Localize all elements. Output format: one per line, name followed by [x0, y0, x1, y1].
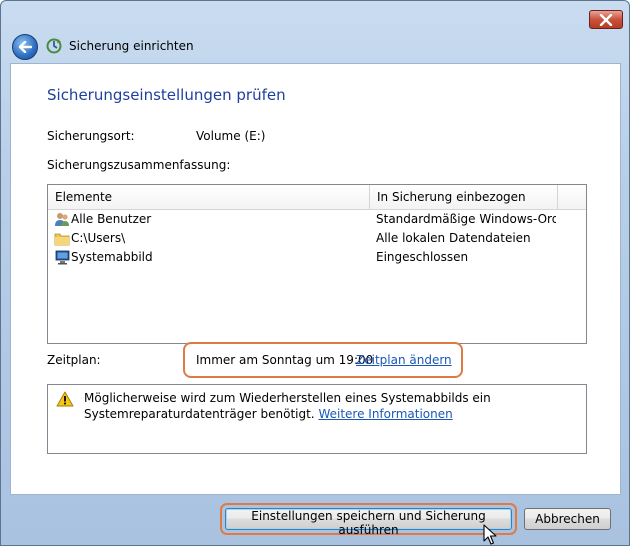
row-item: Alle Benutzer	[71, 212, 152, 226]
computer-icon	[55, 250, 70, 265]
warning-box: Möglicherweise wird zum Wiederherstellen…	[47, 384, 587, 454]
column-header-items[interactable]: Elemente	[48, 185, 370, 209]
warning-text: Möglicherweise wird zum Wiederherstellen…	[84, 390, 584, 422]
row-included: Alle lokalen Datendateien	[376, 231, 531, 245]
location-value: Volume (E:)	[196, 129, 266, 143]
table-row[interactable]: C:\Users\ Alle lokalen Datendateien	[48, 229, 586, 248]
table-row[interactable]: Alle Benutzer Standardmäßige Windows-Ord…	[48, 210, 586, 229]
window-title: Sicherung einrichten	[69, 39, 194, 53]
warning-line2: Systemreparaturdatenträger benötigt.	[84, 407, 315, 421]
folder-icon	[54, 233, 70, 246]
table-header: Elemente In Sicherung einbezogen	[48, 185, 586, 210]
close-icon	[599, 13, 613, 26]
users-icon	[55, 213, 69, 226]
more-info-link[interactable]: Weitere Informationen	[318, 407, 452, 421]
backup-icon	[46, 38, 62, 54]
table-row[interactable]: Systemabbild Eingeschlossen	[48, 248, 586, 267]
backup-wizard-window: Sicherung einrichten Sicherungseinstellu…	[0, 0, 630, 546]
summary-table[interactable]: Elemente In Sicherung einbezogen Alle Be…	[47, 184, 587, 344]
row-item: C:\Users\	[71, 231, 126, 245]
summary-label: Sicherungszusammenfassung:	[47, 158, 231, 172]
close-button[interactable]	[589, 10, 623, 29]
back-button[interactable]	[12, 34, 38, 60]
cancel-button[interactable]: Abbrechen	[524, 508, 611, 530]
save-and-run-button[interactable]: Einstellungen speichern und Sicherung au…	[225, 508, 512, 537]
warning-icon	[56, 391, 74, 407]
change-schedule-link[interactable]: Zeitplan ändern	[356, 353, 452, 367]
wizard-content: Sicherungseinstellungen prüfen Sicherung…	[10, 63, 621, 495]
warning-line1: Möglicherweise wird zum Wiederherstellen…	[84, 391, 491, 405]
row-included: Standardmäßige Windows-Ord...	[376, 212, 556, 226]
row-included: Eingeschlossen	[376, 250, 469, 264]
location-label: Sicherungsort:	[47, 129, 135, 143]
mouse-cursor-icon	[483, 524, 497, 545]
row-item: Systemabbild	[71, 250, 153, 264]
schedule-value: Immer am Sonntag um 19:00	[196, 353, 374, 367]
schedule-label: Zeitplan:	[47, 353, 101, 367]
page-heading: Sicherungseinstellungen prüfen	[47, 86, 286, 104]
column-header-included[interactable]: In Sicherung einbezogen	[370, 185, 558, 209]
back-arrow-icon	[18, 41, 32, 53]
